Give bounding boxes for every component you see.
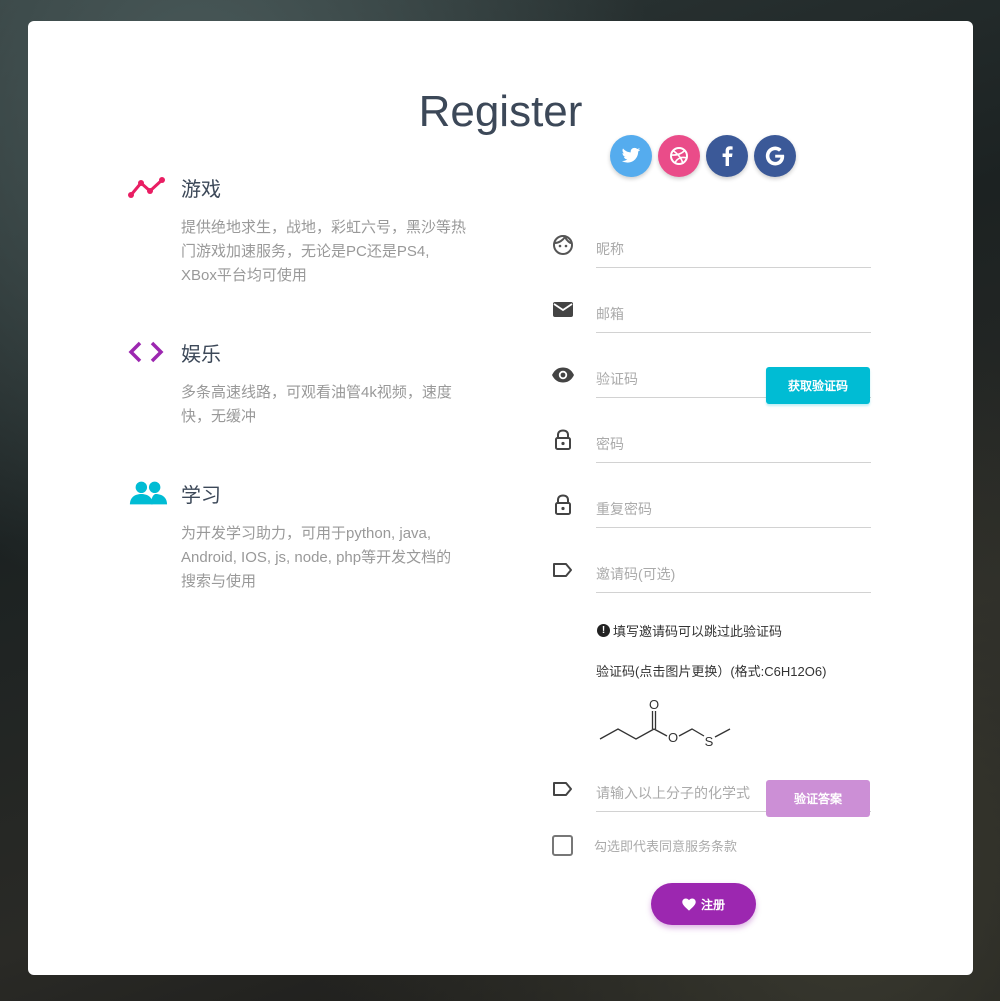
- formula-row: 验证答案: [548, 765, 871, 817]
- feature-learning: 学习 为开发学习助力，可用于python, java, Android, IOS…: [128, 478, 451, 594]
- label-icon: [551, 777, 575, 801]
- page-title: Register: [418, 87, 583, 136]
- facebook-button[interactable]: [706, 135, 748, 177]
- oxygen-atom: O: [668, 730, 678, 745]
- formula-input[interactable]: [596, 785, 756, 801]
- social-buttons: [610, 135, 796, 177]
- group-icon: [128, 478, 168, 508]
- email-row: [548, 286, 871, 336]
- feature-games: 游戏 提供绝地求生，战地，彩虹六号，黑沙等热门游戏加速服务，无论是PC还是PS4…: [128, 172, 466, 288]
- nickname-input[interactable]: [596, 241, 871, 257]
- invite-input[interactable]: [596, 566, 871, 582]
- password-input[interactable]: [596, 436, 871, 452]
- sulfur-atom: S: [705, 734, 714, 749]
- repeat-password-field: [596, 481, 871, 528]
- captcha-molecule-image[interactable]: O O S: [596, 694, 736, 750]
- code-row: 获取验证码: [548, 351, 871, 404]
- invite-row: [548, 546, 871, 596]
- timeline-icon: [128, 172, 168, 202]
- nickname-field: [596, 221, 871, 268]
- password-row: [548, 416, 871, 466]
- heart-icon: [682, 898, 696, 911]
- label-icon: [551, 558, 575, 582]
- lock-icon: [551, 493, 575, 517]
- feature-title: 游戏: [181, 178, 221, 201]
- feature-description: 为开发学习助力，可用于python, java, Android, IOS, j…: [181, 525, 452, 590]
- eye-icon: [551, 363, 575, 387]
- register-submit-button[interactable]: 注册: [651, 883, 756, 925]
- dribbble-button[interactable]: [658, 135, 700, 177]
- code-icon: [128, 337, 168, 367]
- feature-description: 提供绝地求生，战地，彩虹六号，黑沙等热门游戏加速服务，无论是PC还是PS4, X…: [181, 219, 467, 284]
- face-icon: [551, 233, 575, 257]
- agree-terms: 勾选即代表同意服务条款: [552, 835, 737, 856]
- email-field: [596, 286, 871, 333]
- register-card: Register 游戏 提供绝地求生，战地，彩虹六号，黑沙等热门游戏加速服务，无…: [28, 21, 973, 975]
- agree-checkbox[interactable]: [552, 835, 573, 856]
- code-input[interactable]: [596, 371, 756, 387]
- invite-hint-text: 填写邀请码可以跳过此验证码: [613, 624, 783, 639]
- feature-description: 多条高速线路，可观看油管4k视频，速度快，无缓冲: [181, 384, 452, 425]
- twitter-button[interactable]: [610, 135, 652, 177]
- captcha-label: 验证码(点击图片更换）(格式:C6H12O6): [596, 664, 827, 679]
- dribbble-icon: [670, 147, 688, 165]
- invite-field: [596, 546, 871, 593]
- verify-answer-button[interactable]: 验证答案: [766, 780, 870, 817]
- google-icon: [765, 146, 785, 166]
- submit-label: 注册: [700, 897, 725, 912]
- feature-title: 学习: [181, 484, 221, 507]
- invite-hint: ! 填写邀请码可以跳过此验证码: [597, 621, 782, 640]
- alert-icon: !: [597, 624, 610, 637]
- google-button[interactable]: [754, 135, 796, 177]
- oxygen-atom: O: [649, 697, 659, 712]
- twitter-icon: [621, 147, 641, 163]
- get-code-button[interactable]: 获取验证码: [766, 367, 870, 404]
- feature-title: 娱乐: [181, 343, 221, 366]
- facebook-icon: [722, 146, 733, 166]
- repeat-password-row: [548, 481, 871, 531]
- agree-label: 勾选即代表同意服务条款: [594, 839, 738, 854]
- feature-entertainment: 娱乐 多条高速线路，可观看油管4k视频，速度快，无缓冲: [128, 337, 452, 429]
- mail-icon: [551, 298, 575, 322]
- nickname-row: [548, 221, 871, 271]
- lock-icon: [551, 428, 575, 452]
- email-input[interactable]: [596, 306, 871, 322]
- repeat-password-input[interactable]: [596, 501, 871, 517]
- password-field: [596, 416, 871, 463]
